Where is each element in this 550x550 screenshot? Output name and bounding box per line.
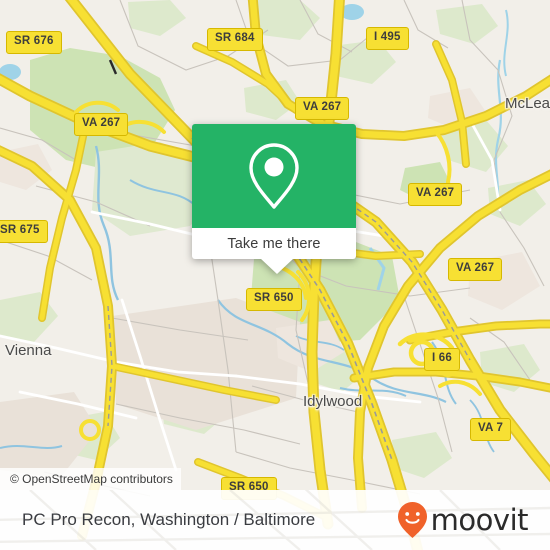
road-shield-sr-684[interactable]: SR 684 xyxy=(207,28,263,51)
city-label-idylwood: Idylwood xyxy=(303,393,363,410)
osm-attribution[interactable]: © OpenStreetMap contributors xyxy=(0,468,181,490)
callout-pointer-tail xyxy=(260,258,294,274)
road-shield-sr-675[interactable]: SR 675 xyxy=(0,220,48,243)
road-shield-i-66[interactable]: I 66 xyxy=(424,348,460,371)
road-shield-va-267-4[interactable]: VA 267 xyxy=(448,258,503,281)
osm-attribution-text: © OpenStreetMap contributors xyxy=(10,472,173,486)
moovit-brand[interactable]: moovit xyxy=(396,501,529,539)
road-shield-va-267-1[interactable]: VA 267 xyxy=(74,113,129,136)
map-screenshot: SR 676 SR 684 I 495 VA 267 VA 267 VA 267… xyxy=(0,0,550,550)
map-pin-icon xyxy=(249,143,299,209)
take-me-there-callout[interactable]: Take me there xyxy=(192,124,356,274)
city-label-vienna: Vienna xyxy=(5,342,52,359)
callout-action-panel[interactable]: Take me there xyxy=(192,228,356,259)
road-shield-i-495[interactable]: I 495 xyxy=(366,27,409,50)
take-me-there-label: Take me there xyxy=(227,235,321,252)
road-shield-va-267-2[interactable]: VA 267 xyxy=(295,97,350,120)
road-shield-va-7[interactable]: VA 7 xyxy=(470,418,512,441)
location-title: PC Pro Recon, Washington / Baltimore xyxy=(22,510,316,529)
callout-icon-panel xyxy=(192,124,356,228)
city-label-mclean: McLean xyxy=(505,95,550,112)
footer-bar: PC Pro Recon, Washington / Baltimore moo… xyxy=(0,490,550,550)
road-shield-sr-676[interactable]: SR 676 xyxy=(6,31,62,54)
moovit-smiley-pin-icon xyxy=(397,502,427,538)
road-shield-va-267-3[interactable]: VA 267 xyxy=(408,183,463,206)
road-shield-sr-650-1[interactable]: SR 650 xyxy=(246,288,302,311)
moovit-wordmark: moovit xyxy=(430,502,529,537)
